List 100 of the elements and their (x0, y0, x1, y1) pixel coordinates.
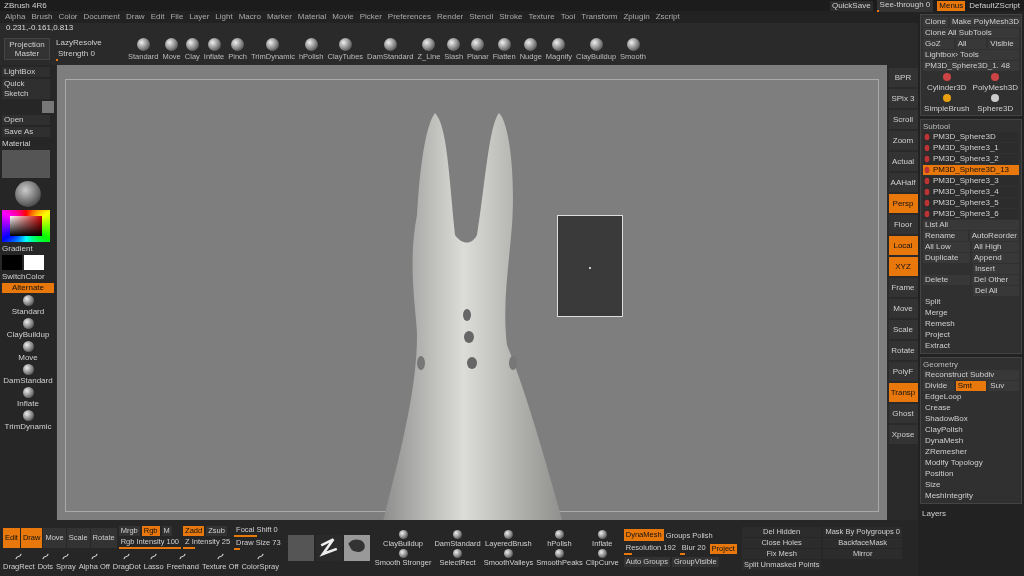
menu-item[interactable]: Tool (559, 12, 577, 22)
view-button[interactable]: Floor (888, 215, 918, 234)
quicksave-button[interactable]: QuickSave (829, 0, 873, 11)
menu-item[interactable]: Color (57, 12, 79, 22)
reconstruct-subdiv-button[interactable]: Reconstruct Subdiv (923, 370, 1019, 380)
texture-thumbnail[interactable] (343, 535, 370, 561)
see-through-slider[interactable]: See-through 0 (876, 0, 934, 12)
menu-item[interactable]: Light (214, 12, 234, 22)
menu-item[interactable]: Stroke (498, 12, 524, 22)
all-button[interactable]: All (955, 39, 987, 49)
quick-sketch-button[interactable]: Quick Sketch (2, 79, 50, 99)
brush-label[interactable]: Move (18, 353, 38, 362)
stroke-icon[interactable] (255, 552, 265, 561)
current-tool-field[interactable]: PM3D_Sphere3D_1. 48 (923, 61, 1019, 71)
alternate-button[interactable]: Alternate (2, 283, 54, 293)
subtool-action-button[interactable]: Del Other (972, 275, 1019, 285)
view-button[interactable]: Rotate (888, 341, 918, 360)
menu-item[interactable]: Macro (237, 12, 262, 22)
switch-color-label[interactable]: SwitchColor (2, 272, 54, 281)
tool-label[interactable]: PolyMesh3D (972, 83, 1018, 92)
view-button[interactable]: Ghost (888, 404, 918, 423)
menu-item[interactable]: Brush (30, 12, 54, 22)
subtool-item[interactable]: PM3D_Sphere3_4 (923, 187, 1019, 197)
alpha-thumbnail[interactable] (287, 535, 314, 561)
list-all-button[interactable]: List All (923, 220, 1019, 230)
stroke-icon[interactable] (149, 552, 159, 561)
subtool-action-button[interactable]: Del All (972, 286, 1019, 296)
lightbox-button[interactable]: LightBox (2, 67, 50, 77)
tool-label[interactable]: SimpleBrush (924, 104, 970, 113)
subtool-action-button[interactable]: All Low (923, 242, 970, 252)
stroke-icon[interactable] (61, 552, 71, 561)
subtool-item[interactable]: PM3D_Sphere3_2 (923, 154, 1019, 164)
clone-all-button[interactable]: Clone All SubTools (923, 28, 1019, 38)
subtool-item[interactable]: PM3D_Sphere3_5 (923, 198, 1019, 208)
menu-item[interactable]: Stencil (468, 12, 495, 22)
view-button[interactable]: Zoom (888, 131, 918, 150)
menu-item[interactable]: Zplugin (622, 12, 651, 22)
stroke-icon[interactable] (89, 552, 99, 561)
geometry-header[interactable]: Geometry (923, 360, 1019, 369)
material-sphere-icon[interactable] (13, 180, 43, 208)
projection-master-button[interactable]: Projection Master (4, 38, 50, 60)
menu-item[interactable]: Texture (527, 12, 556, 22)
view-button[interactable]: BPR (888, 68, 918, 87)
strength-slider[interactable]: Strength 0 (56, 48, 97, 61)
menu-item[interactable]: Document (82, 12, 121, 22)
geometry-section[interactable]: DynaMesh (923, 436, 1019, 446)
brush-label[interactable]: Standard (11, 307, 45, 316)
menu-item[interactable]: Picker (358, 12, 383, 22)
geometry-section[interactable]: MeshIntegrity (923, 491, 1019, 501)
subtool-action-button[interactable]: Insert (972, 264, 1019, 274)
stroke-icon[interactable] (178, 552, 188, 561)
menu-item[interactable]: File (169, 12, 185, 22)
brush-label[interactable]: Inflate (17, 399, 39, 408)
menu-item[interactable]: Transform (580, 12, 619, 22)
secondary-color-swatch[interactable] (24, 255, 44, 270)
view-button[interactable]: PolyF (888, 362, 918, 381)
open-button[interactable]: Open (2, 115, 50, 125)
subtool-item[interactable]: PM3D_Sphere3_1 (923, 143, 1019, 153)
suv-toggle[interactable]: Suv (988, 381, 1019, 391)
save-as-button[interactable]: Save As (2, 127, 50, 137)
menu-item[interactable]: Render (436, 12, 465, 22)
subtool-action-button[interactable]: Split (923, 297, 1019, 307)
make-polymesh-button[interactable]: Make PolyMesh3D (949, 17, 1022, 27)
stroke-icon[interactable] (215, 552, 225, 561)
menu-item[interactable]: Layer (188, 12, 211, 22)
menu-item[interactable]: Movie (331, 12, 355, 22)
subtool-item[interactable]: PM3D_Sphere3D (923, 132, 1019, 142)
view-button[interactable]: XYZ (888, 257, 918, 276)
stroke-thumbnail[interactable] (315, 535, 342, 561)
subtool-header[interactable]: Subtool (923, 122, 1019, 131)
subtool-action-button[interactable]: AutoReorder (969, 231, 1019, 241)
subtool-item[interactable]: PM3D_Sphere3_3 (923, 176, 1019, 186)
view-button[interactable]: Scroll (888, 110, 918, 129)
menu-item[interactable]: Draw (124, 12, 146, 22)
lightbox-tools-button[interactable]: Lightbox› Tools (923, 50, 1019, 60)
menu-item[interactable]: Preferences (386, 12, 432, 22)
view-button[interactable]: Persp (888, 194, 918, 213)
subtool-action-button[interactable]: Delete (923, 275, 970, 285)
geometry-section[interactable]: Modify Topology (923, 458, 1019, 468)
menus-button[interactable]: Menus (937, 0, 966, 11)
subtool-action-button[interactable]: Append (972, 253, 1019, 263)
geometry-section[interactable]: Position (923, 469, 1019, 479)
brush-label[interactable]: DamStandard (3, 376, 53, 385)
clone-button[interactable]: Clone (923, 17, 948, 27)
shape-icon[interactable] (990, 93, 1001, 103)
view-button[interactable]: AAHalf (888, 173, 918, 192)
subtool-action-button[interactable]: Remesh (923, 319, 1019, 329)
view-button[interactable]: Transp (888, 383, 918, 402)
document-thumbnail[interactable] (42, 101, 54, 113)
smt-toggle[interactable]: Smt (955, 381, 987, 391)
view-button[interactable]: Scale (888, 320, 918, 339)
brush-label[interactable]: TrimDynamic (4, 422, 52, 431)
view-button[interactable]: Xpose (888, 425, 918, 444)
subtool-action-button[interactable]: All High (972, 242, 1019, 252)
divide-button[interactable]: Divide (923, 381, 954, 391)
subtool-action-button[interactable]: Extract (923, 341, 1019, 351)
view-button[interactable]: SPix 3 (888, 89, 918, 108)
texture-thumbnail[interactable] (2, 150, 50, 178)
menu-item[interactable]: Material (296, 12, 328, 22)
geometry-section[interactable]: ShadowBox (923, 414, 1019, 424)
